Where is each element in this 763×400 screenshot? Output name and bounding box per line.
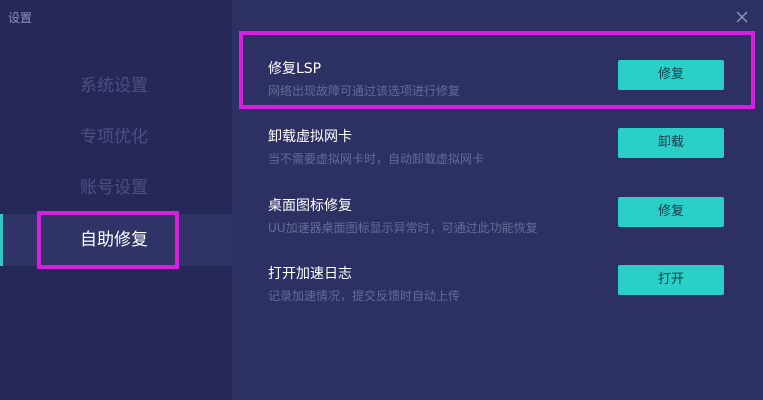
uninstall-virtual-nic-item: 卸载虚拟网卡 当不需要虚拟网卡时，自动卸载虚拟网卡 卸载 — [268, 126, 748, 172]
repair-lsp-title: 修复LSP — [268, 61, 322, 77]
open-acceleration-log-desc: 记录加速情况，提交反馈时自动上传 — [268, 289, 461, 303]
window-title: 设置 — [8, 11, 33, 25]
uninstall-virtual-nic-button[interactable]: 卸载 — [618, 128, 724, 158]
open-acceleration-log-title: 打开加速日志 — [268, 266, 352, 282]
repair-lsp-button[interactable]: 修复 — [618, 60, 724, 90]
main-panel: 修复LSP 网络出现故障可通过该选项进行修复 修复 卸载虚拟网卡 当不需要虚拟网… — [232, 0, 763, 400]
sidebar-item-account-settings[interactable]: 账号设置 — [0, 162, 232, 214]
sidebar: 设置 系统设置 专项优化 账号设置 自助修复 — [0, 0, 232, 400]
desktop-icon-repair-item: 桌面图标修复 UU加速器桌面图标显示异常时，可通过此功能恢复 修复 — [268, 195, 748, 241]
repair-lsp-desc: 网络出现故障可通过该选项进行修复 — [268, 84, 461, 98]
sidebar-item-self-repair[interactable]: 自助修复 — [0, 214, 232, 266]
desktop-icon-repair-title: 桌面图标修复 — [268, 198, 352, 214]
sidebar-item-system-settings[interactable]: 系统设置 — [0, 60, 232, 112]
close-icon — [736, 11, 748, 23]
sidebar-item-special-optimization[interactable]: 专项优化 — [0, 111, 232, 163]
repair-lsp-item: 修复LSP 网络出现故障可通过该选项进行修复 修复 — [268, 58, 748, 104]
close-button[interactable] — [733, 8, 751, 26]
desktop-icon-repair-desc: UU加速器桌面图标显示异常时，可通过此功能恢复 — [268, 221, 538, 235]
open-acceleration-log-button[interactable]: 打开 — [618, 265, 724, 295]
desktop-icon-repair-button[interactable]: 修复 — [618, 197, 724, 227]
uninstall-virtual-nic-title: 卸载虚拟网卡 — [268, 129, 352, 145]
open-acceleration-log-item: 打开加速日志 记录加速情况，提交反馈时自动上传 打开 — [268, 263, 748, 309]
uninstall-virtual-nic-desc: 当不需要虚拟网卡时，自动卸载虚拟网卡 — [268, 152, 485, 166]
settings-window: 设置 系统设置 专项优化 账号设置 自助修复 修复LSP 网络出现故障可通过该选… — [0, 0, 763, 400]
